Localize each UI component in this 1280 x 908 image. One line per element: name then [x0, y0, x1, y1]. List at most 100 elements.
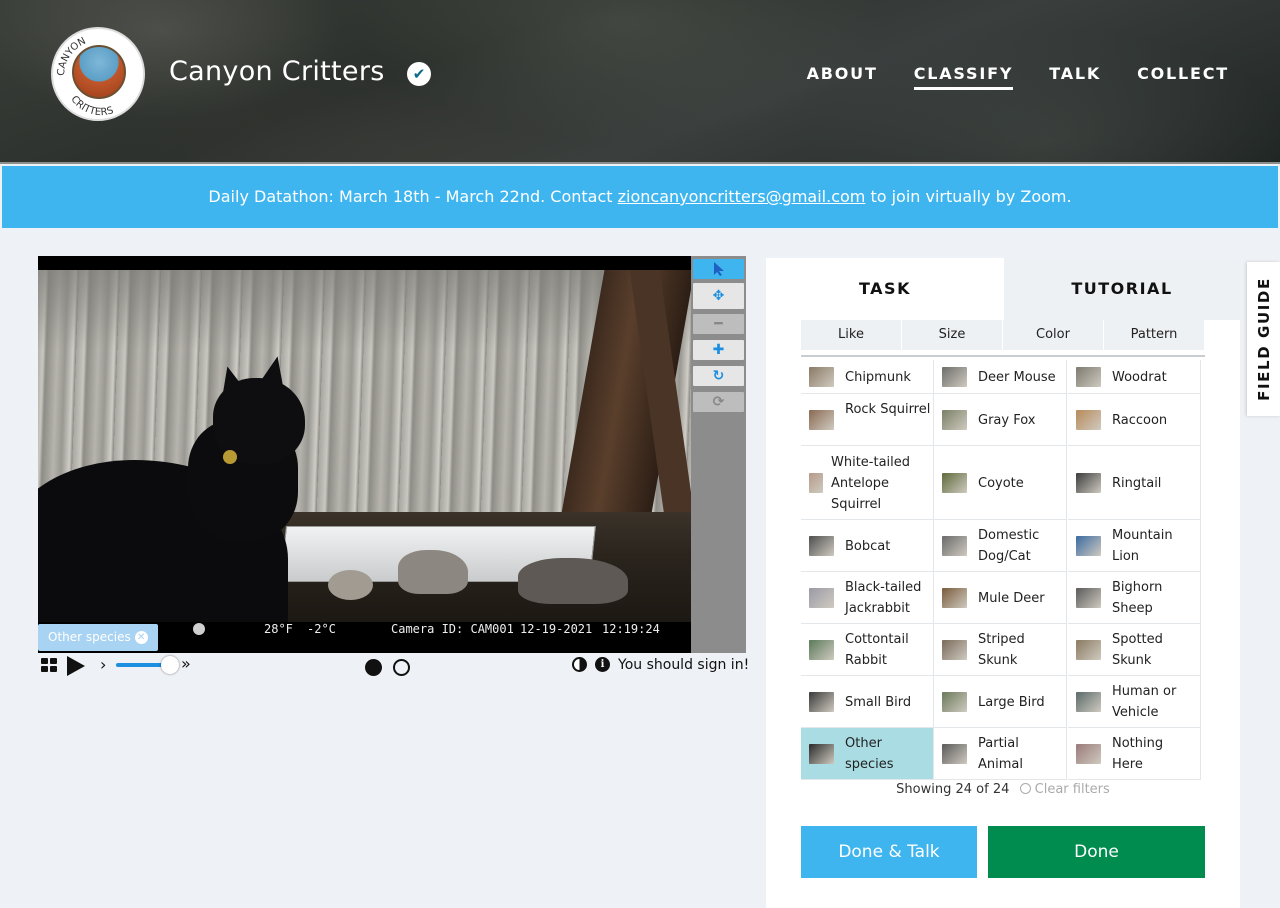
gallery-icon[interactable]: [41, 658, 58, 672]
stamp-temp-f: 28°F: [264, 622, 293, 636]
species-thumbnail: [942, 640, 967, 660]
results-count: Showing 24 of 24 Clear filters: [801, 782, 1205, 797]
species-label: Partial Animal: [978, 736, 1023, 772]
species-choice[interactable]: Mule Deer: [934, 572, 1067, 624]
species-thumbnail: [1076, 692, 1101, 712]
rotate-icon[interactable]: ↻: [693, 366, 744, 386]
species-label: Small Bird: [845, 694, 912, 710]
filter-color[interactable]: Color: [1003, 320, 1103, 350]
species-choice[interactable]: Spotted Skunk: [1068, 624, 1201, 676]
banner-text-after: to join virtually by Zoom.: [865, 187, 1072, 206]
species-choice[interactable]: Deer Mouse: [934, 360, 1067, 394]
species-thumbnail: [809, 692, 834, 712]
pointer-icon[interactable]: [693, 259, 744, 279]
species-choice[interactable]: Human or Vehicle: [1068, 676, 1201, 728]
species-choice[interactable]: Nothing Here: [1068, 728, 1201, 780]
site-logo[interactable]: CANYON CRITTERS: [51, 27, 145, 121]
species-label: Mule Deer: [978, 590, 1045, 606]
species-choice[interactable]: Small Bird: [801, 676, 934, 728]
species-choice[interactable]: White-tailed Antelope Squirrel: [801, 446, 934, 520]
tab-tutorial[interactable]: TUTORIAL: [1004, 258, 1240, 320]
species-choice[interactable]: Mountain Lion: [1068, 520, 1201, 572]
stamp-temp-c: -2°C: [307, 622, 336, 636]
done-button[interactable]: Done: [988, 826, 1205, 878]
species-choice[interactable]: Bobcat: [801, 520, 934, 572]
step-forward-icon[interactable]: ›: [100, 655, 106, 674]
species-choice[interactable]: Rock Squirrel: [801, 394, 934, 446]
move-icon[interactable]: ✥: [693, 283, 744, 309]
ban-icon: [1019, 783, 1031, 794]
species-thumbnail: [942, 473, 967, 493]
species-label: Rock Squirrel: [845, 402, 931, 417]
species-choice[interactable]: Coyote: [934, 446, 1067, 520]
svg-text:CANYON: CANYON: [56, 36, 88, 77]
zoom-out-icon[interactable]: ━: [693, 314, 744, 334]
species-choice[interactable]: Large Bird: [934, 676, 1067, 728]
banner-email-link[interactable]: zioncanyoncritters@gmail.com: [618, 187, 866, 206]
species-choice[interactable]: Bighorn Sheep: [1068, 572, 1201, 624]
filter-divider: [801, 355, 1205, 357]
species-thumbnail: [809, 588, 834, 608]
frame-dot-active[interactable]: [365, 659, 382, 676]
reset-icon[interactable]: ⟳: [693, 392, 744, 412]
species-thumbnail: [1076, 744, 1101, 764]
nav-talk[interactable]: TALK: [1049, 64, 1101, 90]
species-label: Other species: [845, 736, 894, 772]
fast-forward-icon[interactable]: »: [181, 654, 191, 673]
tab-task[interactable]: TASK: [766, 258, 1004, 320]
tag-remove-icon[interactable]: ✕: [134, 631, 148, 644]
species-label: Raccoon: [1112, 412, 1168, 428]
filter-like[interactable]: Like: [801, 320, 901, 350]
species-choice[interactable]: Chipmunk: [801, 360, 934, 394]
info-icon[interactable]: i: [595, 657, 610, 672]
filter-size[interactable]: Size: [902, 320, 1002, 350]
header-divider: [0, 162, 1280, 164]
species-label: Spotted Skunk: [1112, 632, 1163, 668]
species-choice[interactable]: Gray Fox: [934, 394, 1067, 446]
species-choice[interactable]: Partial Animal: [934, 728, 1067, 780]
species-thumbnail: [942, 744, 967, 764]
banner-text-before: Daily Datathon: March 18th - March 22nd.…: [208, 187, 618, 206]
species-thumbnail: [1076, 367, 1101, 387]
species-label: Woodrat: [1112, 369, 1167, 385]
field-guide-tab[interactable]: FIELD GUIDE: [1247, 262, 1280, 416]
species-choice[interactable]: Striped Skunk: [934, 624, 1067, 676]
species-thumbnail: [1076, 410, 1101, 430]
species-label: Coyote: [978, 475, 1024, 491]
species-choice[interactable]: Black-tailed Jackrabbit: [801, 572, 934, 624]
selected-species-tag[interactable]: Other species ✕: [38, 624, 158, 651]
species-choice[interactable]: Woodrat: [1068, 360, 1201, 394]
species-choice[interactable]: Raccoon: [1068, 394, 1201, 446]
image-toolbar: ✥ ━ ✚ ↻ ⟳: [691, 256, 746, 653]
species-thumbnail: [809, 473, 823, 493]
stamp-time: 12:19:24: [602, 622, 660, 636]
filter-pattern[interactable]: Pattern: [1104, 320, 1204, 350]
done-and-talk-button[interactable]: Done & Talk: [801, 826, 977, 878]
species-label: Deer Mouse: [978, 369, 1056, 385]
filter-bar: Like Size Color Pattern: [801, 320, 1205, 350]
contrast-icon[interactable]: [572, 657, 587, 672]
frame-dot[interactable]: [393, 659, 410, 676]
species-thumbnail: [809, 410, 834, 430]
play-icon[interactable]: [67, 656, 85, 676]
showing-text: Showing 24 of 24: [896, 782, 1010, 797]
subject-image[interactable]: [38, 270, 691, 622]
species-choice[interactable]: Cottontail Rabbit: [801, 624, 934, 676]
nav-collect[interactable]: COLLECT: [1137, 64, 1229, 90]
nav-about[interactable]: ABOUT: [807, 64, 878, 90]
species-choice[interactable]: Other species: [801, 728, 934, 780]
frame-slider-thumb[interactable]: [161, 656, 179, 674]
clear-filters-button[interactable]: Clear filters: [1019, 782, 1110, 797]
species-label: Bobcat: [845, 538, 891, 554]
zoom-in-icon[interactable]: ✚: [693, 340, 744, 360]
subject-viewer[interactable]: 28°F -2°C Camera ID: CAM001 12-19-2021 1…: [38, 256, 691, 653]
species-thumbnail: [1076, 473, 1101, 493]
species-choice[interactable]: Domestic Dog/Cat: [934, 520, 1067, 572]
panel-tabs: TASK TUTORIAL: [766, 258, 1240, 320]
nav-classify[interactable]: CLASSIFY: [913, 64, 1014, 90]
species-choice[interactable]: Ringtail: [1068, 446, 1201, 520]
verified-icon: ✔: [407, 62, 431, 86]
species-label: Black-tailed Jackrabbit: [845, 580, 922, 616]
species-thumbnail: [942, 536, 967, 556]
site-title[interactable]: Canyon Critters: [169, 56, 385, 87]
